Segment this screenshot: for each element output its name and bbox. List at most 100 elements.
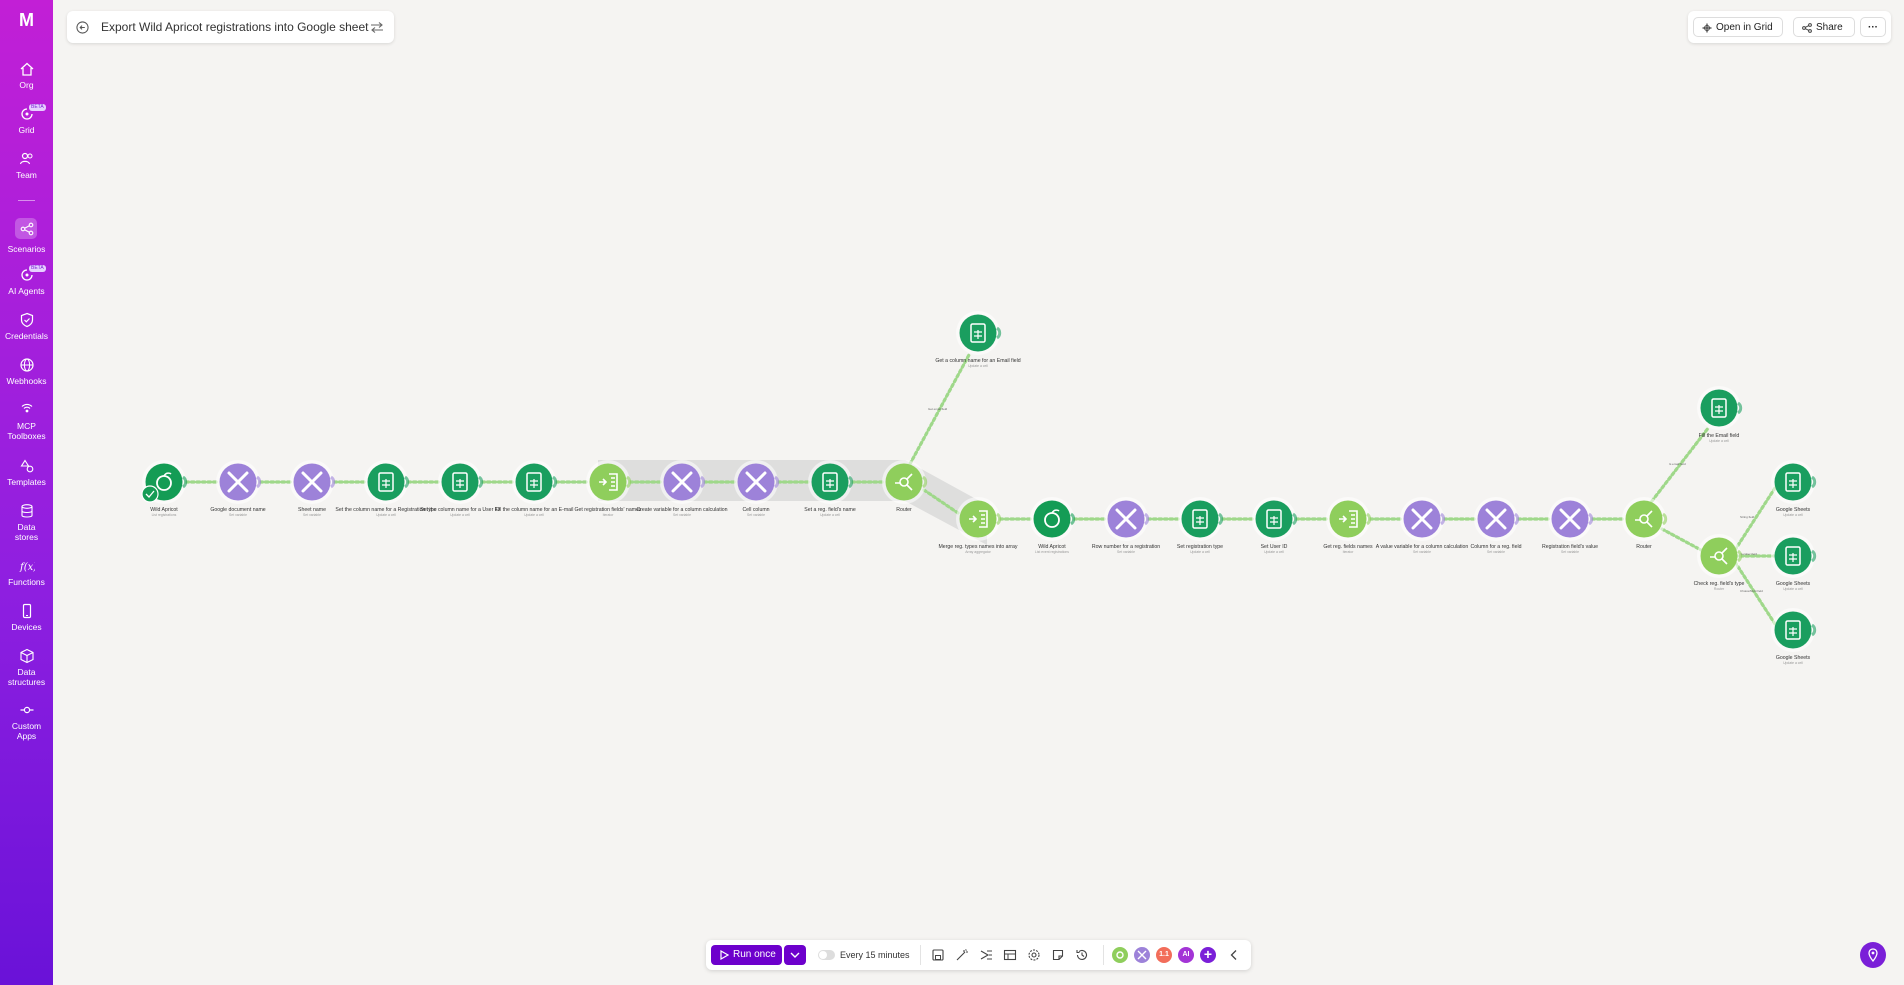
sidebar-item-label: Team bbox=[16, 170, 37, 180]
module-main-2[interactable]: Google document nameSet variable bbox=[210, 460, 266, 517]
clock-badge-circle[interactable] bbox=[141, 485, 159, 503]
module-google-sheets-3[interactable]: Google SheetsUpdate a cell bbox=[1771, 608, 1817, 665]
filter-label[interactable]: String field bbox=[1740, 515, 1755, 519]
module-second-10[interactable]: Router bbox=[1622, 497, 1668, 550]
run-once-button[interactable]: Run once bbox=[711, 945, 782, 965]
route-highlight bbox=[598, 460, 987, 545]
flow-control-pill[interactable] bbox=[1112, 947, 1128, 963]
share-nodes-icon bbox=[20, 222, 33, 236]
module-second-4[interactable]: Set registration typeUpdate a cell bbox=[1177, 497, 1223, 554]
sidebar-item-scenarios[interactable]: Scenarios bbox=[0, 221, 53, 254]
home-icon bbox=[20, 62, 33, 76]
module-subtitle: Update a cell bbox=[1783, 587, 1803, 591]
module-circle[interactable] bbox=[589, 463, 627, 501]
module-second-6[interactable]: Get reg. fields namesIterator bbox=[1323, 497, 1373, 554]
custom-apps-icon bbox=[20, 706, 33, 714]
schedule-toggle[interactable]: Every 15 minutes bbox=[818, 949, 910, 961]
make-logo[interactable]: M bbox=[0, 10, 53, 31]
module-second-2[interactable]: Wild ApricotList event registrations bbox=[1030, 497, 1076, 554]
sidebar-divider bbox=[18, 200, 35, 201]
team-icon bbox=[19, 152, 32, 165]
module-circle[interactable] bbox=[1625, 500, 1663, 538]
sidebar-item-label: Devices bbox=[11, 622, 42, 632]
sidebar-item-webhooks[interactable]: Webhooks bbox=[0, 357, 53, 386]
module-second-9[interactable]: Registration field's valueSet variable bbox=[1542, 497, 1598, 554]
filter-label[interactable]: Get email field bbox=[928, 407, 948, 411]
module-google-sheets-1[interactable]: Google SheetsUpdate a cell bbox=[1771, 460, 1817, 517]
sidebar-item-devices[interactable]: Devices bbox=[0, 603, 53, 632]
magic-wand-icon[interactable] bbox=[955, 948, 969, 962]
chevron-left-icon[interactable] bbox=[1227, 948, 1241, 962]
sidebar-item-mcp-toolboxes[interactable]: MCP Toolboxes bbox=[0, 402, 53, 441]
module-subtitle: Iterator bbox=[603, 513, 615, 517]
schedule-label: Every 15 minutes bbox=[840, 950, 910, 960]
settings-gear-icon[interactable] bbox=[1027, 948, 1041, 962]
module-second-7[interactable]: A value variable for a column calculatio… bbox=[1376, 497, 1469, 554]
module-second-8[interactable]: Column for a reg. fieldSet variable bbox=[1470, 497, 1522, 554]
add-module-button[interactable]: + bbox=[1200, 947, 1216, 963]
note-icon[interactable] bbox=[1051, 948, 1065, 962]
auto-align-icon[interactable] bbox=[979, 948, 993, 962]
sidebar-item-grid[interactable]: BETA Grid bbox=[0, 104, 53, 135]
sidebar-item-credentials[interactable]: Credentials bbox=[0, 312, 53, 341]
history-icon[interactable] bbox=[1075, 948, 1089, 962]
save-icon[interactable] bbox=[931, 948, 945, 962]
function-icon: f(x) bbox=[19, 562, 35, 573]
module-circle[interactable] bbox=[885, 463, 923, 501]
module-subtitle: Router bbox=[1714, 587, 1725, 591]
sidebar-item-data-stores[interactable]: Data stores bbox=[0, 503, 53, 542]
sidebar-item-label: Data stores bbox=[14, 522, 39, 542]
sidebar-item-templates[interactable]: Templates bbox=[0, 458, 53, 487]
table-icon[interactable] bbox=[1003, 948, 1017, 962]
sidebar-item-data-structures[interactable]: Data structures bbox=[0, 648, 53, 687]
sidebar-item-ai-agents[interactable]: BETA AI Agents bbox=[0, 265, 53, 296]
play-icon bbox=[720, 950, 729, 960]
help-button[interactable] bbox=[1860, 942, 1886, 968]
module-subtitle: Update a cell bbox=[968, 364, 988, 368]
module-subtitle: Set variable bbox=[747, 513, 765, 517]
module-main-6[interactable]: Fill the column name for an E-mailUpdate… bbox=[495, 460, 574, 517]
module-second-3[interactable]: Row number for a registrationSet variabl… bbox=[1092, 497, 1160, 554]
schedule-clock-badge[interactable] bbox=[141, 485, 159, 503]
module-top-branch[interactable]: Get a column name for an Email fieldUpda… bbox=[935, 311, 1021, 368]
sidebar-item-functions[interactable]: f(x) Functions bbox=[0, 558, 53, 587]
module-circle[interactable] bbox=[1033, 500, 1071, 538]
module-main-9[interactable]: Cell columnSet variable bbox=[734, 460, 780, 517]
module-subtitle: Update a cell bbox=[1190, 550, 1210, 554]
shapes-icon bbox=[19, 459, 33, 473]
database-icon bbox=[20, 504, 33, 518]
filter-label[interactable]: Number field bbox=[1740, 552, 1757, 556]
sidebar-item-label: Custom Apps bbox=[11, 721, 42, 741]
sidebar-item-label: Credentials bbox=[5, 331, 48, 341]
module-main-5[interactable]: Set the column name for a User IDUpdate … bbox=[420, 460, 500, 517]
module-google-sheets-2[interactable]: Google SheetsUpdate a cell bbox=[1771, 534, 1817, 591]
sidebar-item-custom-apps[interactable]: Custom Apps bbox=[0, 702, 53, 741]
sidebar-item-org[interactable]: Org bbox=[0, 61, 53, 90]
sheet-branch-link[interactable] bbox=[1733, 486, 1777, 552]
module-main-3[interactable]: Sheet nameSet variable bbox=[290, 460, 336, 517]
check-branch-link[interactable] bbox=[1660, 527, 1703, 552]
module-circle[interactable] bbox=[1329, 500, 1367, 538]
module-subtitle: Update a cell bbox=[524, 513, 544, 517]
shield-icon bbox=[20, 312, 33, 328]
module-circle[interactable] bbox=[1700, 537, 1738, 575]
scenario-canvas[interactable]: Get email field Is email field String fiel… bbox=[53, 0, 1904, 985]
sidebar: M Org BETA Grid Team Scenarios BETA AI A… bbox=[0, 0, 53, 985]
sheet-branch-link[interactable] bbox=[1733, 560, 1777, 626]
sidebar-item-team[interactable]: Team bbox=[0, 151, 53, 180]
filter-label[interactable]: Choice/Multi field bbox=[1740, 589, 1763, 593]
module-second-5[interactable]: Set User IDUpdate a cell bbox=[1252, 497, 1298, 554]
ai-pill[interactable]: AI bbox=[1178, 947, 1194, 963]
text-parser-pill[interactable]: 1.1 bbox=[1156, 947, 1172, 963]
filter-label[interactable]: Is email field bbox=[1669, 462, 1686, 466]
run-options-dropdown[interactable] bbox=[784, 945, 806, 965]
module-circle[interactable] bbox=[959, 500, 997, 538]
sidebar-item-label: Grid bbox=[18, 125, 35, 135]
phone-icon bbox=[22, 603, 31, 619]
chevron-down-icon bbox=[790, 952, 800, 958]
module-fill-email[interactable]: Fill the Email fieldUpdate a cell bbox=[1697, 386, 1743, 443]
tools-pill[interactable] bbox=[1134, 947, 1150, 963]
schedule-switch[interactable] bbox=[818, 950, 835, 960]
module-subtitle: Set variable bbox=[1117, 550, 1135, 554]
module-check-type[interactable]: Check reg. field's typeRouter bbox=[1694, 534, 1745, 591]
